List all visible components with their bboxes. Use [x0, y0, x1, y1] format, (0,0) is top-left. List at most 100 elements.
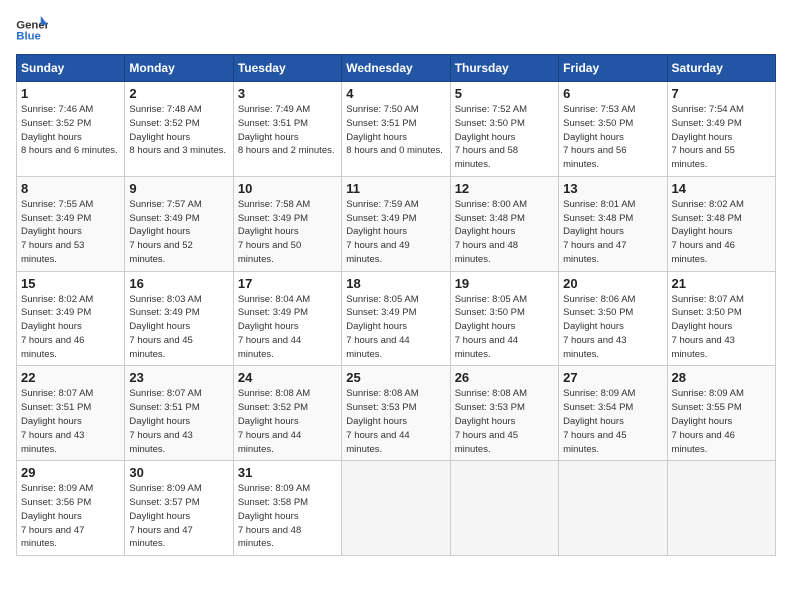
- calendar-cell: [559, 461, 667, 556]
- calendar-cell: 25 Sunrise: 8:08 AMSunset: 3:53 PMDayligh…: [342, 366, 450, 461]
- svg-text:Blue: Blue: [16, 31, 41, 43]
- calendar-cell: [667, 461, 775, 556]
- calendar-cell: 9 Sunrise: 7:57 AMSunset: 3:49 PMDaylight…: [125, 176, 233, 271]
- day-number: 27: [563, 370, 662, 385]
- page-header: General Blue: [16, 16, 776, 44]
- header-saturday: Saturday: [667, 55, 775, 82]
- header-tuesday: Tuesday: [233, 55, 341, 82]
- day-number: 31: [238, 465, 337, 480]
- calendar-cell: 5 Sunrise: 7:52 AMSunset: 3:50 PMDaylight…: [450, 82, 558, 177]
- day-info: Sunrise: 8:08 AMSunset: 3:53 PMDaylight …: [455, 387, 554, 456]
- day-number: 14: [672, 181, 771, 196]
- day-info: Sunrise: 8:01 AMSunset: 3:48 PMDaylight …: [563, 198, 662, 267]
- header-wednesday: Wednesday: [342, 55, 450, 82]
- calendar-cell: 15 Sunrise: 8:02 AMSunset: 3:49 PMDayligh…: [17, 271, 125, 366]
- day-info: Sunrise: 7:54 AMSunset: 3:49 PMDaylight …: [672, 103, 771, 172]
- day-info: Sunrise: 8:06 AMSunset: 3:50 PMDaylight …: [563, 293, 662, 362]
- day-number: 3: [238, 86, 337, 101]
- calendar-cell: 13Sunrise: 8:01 AMSunset: 3:48 PMDayligh…: [559, 176, 667, 271]
- day-info: Sunrise: 7:57 AMSunset: 3:49 PMDaylight …: [129, 198, 228, 267]
- day-info: Sunrise: 8:03 AMSunset: 3:49 PMDaylight …: [129, 293, 228, 362]
- day-number: 20: [563, 276, 662, 291]
- day-number: 12: [455, 181, 554, 196]
- day-info: Sunrise: 7:58 AMSunset: 3:49 PMDaylight …: [238, 198, 337, 267]
- header-monday: Monday: [125, 55, 233, 82]
- calendar-cell: 8 Sunrise: 7:55 AMSunset: 3:49 PMDaylight…: [17, 176, 125, 271]
- day-info: Sunrise: 8:09 AMSunset: 3:58 PMDaylight …: [238, 482, 337, 551]
- calendar-cell: 20 Sunrise: 8:06 AMSunset: 3:50 PMDayligh…: [559, 271, 667, 366]
- day-number: 17: [238, 276, 337, 291]
- day-number: 24: [238, 370, 337, 385]
- day-info: Sunrise: 8:07 AMSunset: 3:51 PMDaylight …: [129, 387, 228, 456]
- calendar-cell: 17 Sunrise: 8:04 AMSunset: 3:49 PMDayligh…: [233, 271, 341, 366]
- day-number: 1: [21, 86, 120, 101]
- calendar-week-4: 22 Sunrise: 8:07 AMSunset: 3:51 PMDayligh…: [17, 366, 776, 461]
- day-number: 23: [129, 370, 228, 385]
- day-info: Sunrise: 7:53 AMSunset: 3:50 PMDaylight …: [563, 103, 662, 172]
- day-number: 22: [21, 370, 120, 385]
- day-info: Sunrise: 8:04 AMSunset: 3:49 PMDaylight …: [238, 293, 337, 362]
- logo: General Blue: [16, 16, 48, 44]
- day-number: 25: [346, 370, 445, 385]
- day-info: Sunrise: 8:07 AMSunset: 3:51 PMDaylight …: [21, 387, 120, 456]
- calendar-cell: 27 Sunrise: 8:09 AMSunset: 3:54 PMDayligh…: [559, 366, 667, 461]
- calendar-header-row: SundayMondayTuesdayWednesdayThursdayFrid…: [17, 55, 776, 82]
- calendar-cell: 10 Sunrise: 7:58 AMSunset: 3:49 PMDayligh…: [233, 176, 341, 271]
- calendar-cell: 26 Sunrise: 8:08 AMSunset: 3:53 PMDayligh…: [450, 366, 558, 461]
- calendar-week-1: 1 Sunrise: 7:46 AMSunset: 3:52 PMDaylight…: [17, 82, 776, 177]
- calendar-cell: 12 Sunrise: 8:00 AMSunset: 3:48 PMDayligh…: [450, 176, 558, 271]
- calendar-week-2: 8 Sunrise: 7:55 AMSunset: 3:49 PMDaylight…: [17, 176, 776, 271]
- day-info: Sunrise: 8:05 AMSunset: 3:49 PMDaylight …: [346, 293, 445, 362]
- calendar-cell: 28 Sunrise: 8:09 AMSunset: 3:55 PMDayligh…: [667, 366, 775, 461]
- calendar-cell: 18 Sunrise: 8:05 AMSunset: 3:49 PMDayligh…: [342, 271, 450, 366]
- calendar-cell: 31 Sunrise: 8:09 AMSunset: 3:58 PMDayligh…: [233, 461, 341, 556]
- day-info: Sunrise: 8:00 AMSunset: 3:48 PMDaylight …: [455, 198, 554, 267]
- logo-icon: General Blue: [16, 16, 48, 44]
- day-info: Sunrise: 8:09 AMSunset: 3:54 PMDaylight …: [563, 387, 662, 456]
- day-info: Sunrise: 7:55 AMSunset: 3:49 PMDaylight …: [21, 198, 120, 267]
- day-number: 8: [21, 181, 120, 196]
- day-info: Sunrise: 7:52 AMSunset: 3:50 PMDaylight …: [455, 103, 554, 172]
- day-number: 11: [346, 181, 445, 196]
- day-info: Sunrise: 8:05 AMSunset: 3:50 PMDaylight …: [455, 293, 554, 362]
- day-info: Sunrise: 7:46 AMSunset: 3:52 PMDaylight …: [21, 103, 120, 158]
- day-info: Sunrise: 8:08 AMSunset: 3:53 PMDaylight …: [346, 387, 445, 456]
- calendar-cell: 19 Sunrise: 8:05 AMSunset: 3:50 PMDayligh…: [450, 271, 558, 366]
- calendar-cell: 4Sunrise: 7:50 AMSunset: 3:51 PMDaylight…: [342, 82, 450, 177]
- calendar-week-5: 29Sunrise: 8:09 AMSunset: 3:56 PMDayligh…: [17, 461, 776, 556]
- day-number: 30: [129, 465, 228, 480]
- calendar-cell: 30 Sunrise: 8:09 AMSunset: 3:57 PMDayligh…: [125, 461, 233, 556]
- day-number: 18: [346, 276, 445, 291]
- day-number: 5: [455, 86, 554, 101]
- calendar-cell: 6 Sunrise: 7:53 AMSunset: 3:50 PMDaylight…: [559, 82, 667, 177]
- day-info: Sunrise: 8:02 AMSunset: 3:48 PMDaylight …: [672, 198, 771, 267]
- day-number: 9: [129, 181, 228, 196]
- calendar-cell: 29Sunrise: 8:09 AMSunset: 3:56 PMDayligh…: [17, 461, 125, 556]
- calendar-cell: 3Sunrise: 7:49 AMSunset: 3:51 PMDaylight…: [233, 82, 341, 177]
- day-info: Sunrise: 8:08 AMSunset: 3:52 PMDaylight …: [238, 387, 337, 456]
- day-number: 7: [672, 86, 771, 101]
- calendar-cell: 23 Sunrise: 8:07 AMSunset: 3:51 PMDayligh…: [125, 366, 233, 461]
- calendar-cell: 22 Sunrise: 8:07 AMSunset: 3:51 PMDayligh…: [17, 366, 125, 461]
- day-info: Sunrise: 8:09 AMSunset: 3:57 PMDaylight …: [129, 482, 228, 551]
- calendar-cell: 2Sunrise: 7:48 AMSunset: 3:52 PMDaylight…: [125, 82, 233, 177]
- day-info: Sunrise: 8:07 AMSunset: 3:50 PMDaylight …: [672, 293, 771, 362]
- calendar-cell: 24 Sunrise: 8:08 AMSunset: 3:52 PMDayligh…: [233, 366, 341, 461]
- calendar-cell: [342, 461, 450, 556]
- day-number: 19: [455, 276, 554, 291]
- day-number: 6: [563, 86, 662, 101]
- day-number: 26: [455, 370, 554, 385]
- calendar-cell: 14 Sunrise: 8:02 AMSunset: 3:48 PMDayligh…: [667, 176, 775, 271]
- header-thursday: Thursday: [450, 55, 558, 82]
- day-info: Sunrise: 8:09 AMSunset: 3:55 PMDaylight …: [672, 387, 771, 456]
- day-number: 10: [238, 181, 337, 196]
- day-info: Sunrise: 7:48 AMSunset: 3:52 PMDaylight …: [129, 103, 228, 158]
- calendar-week-3: 15 Sunrise: 8:02 AMSunset: 3:49 PMDayligh…: [17, 271, 776, 366]
- day-number: 28: [672, 370, 771, 385]
- header-sunday: Sunday: [17, 55, 125, 82]
- day-number: 4: [346, 86, 445, 101]
- day-info: Sunrise: 8:02 AMSunset: 3:49 PMDaylight …: [21, 293, 120, 362]
- day-number: 15: [21, 276, 120, 291]
- calendar-table: SundayMondayTuesdayWednesdayThursdayFrid…: [16, 54, 776, 556]
- calendar-cell: 11Sunrise: 7:59 AMSunset: 3:49 PMDayligh…: [342, 176, 450, 271]
